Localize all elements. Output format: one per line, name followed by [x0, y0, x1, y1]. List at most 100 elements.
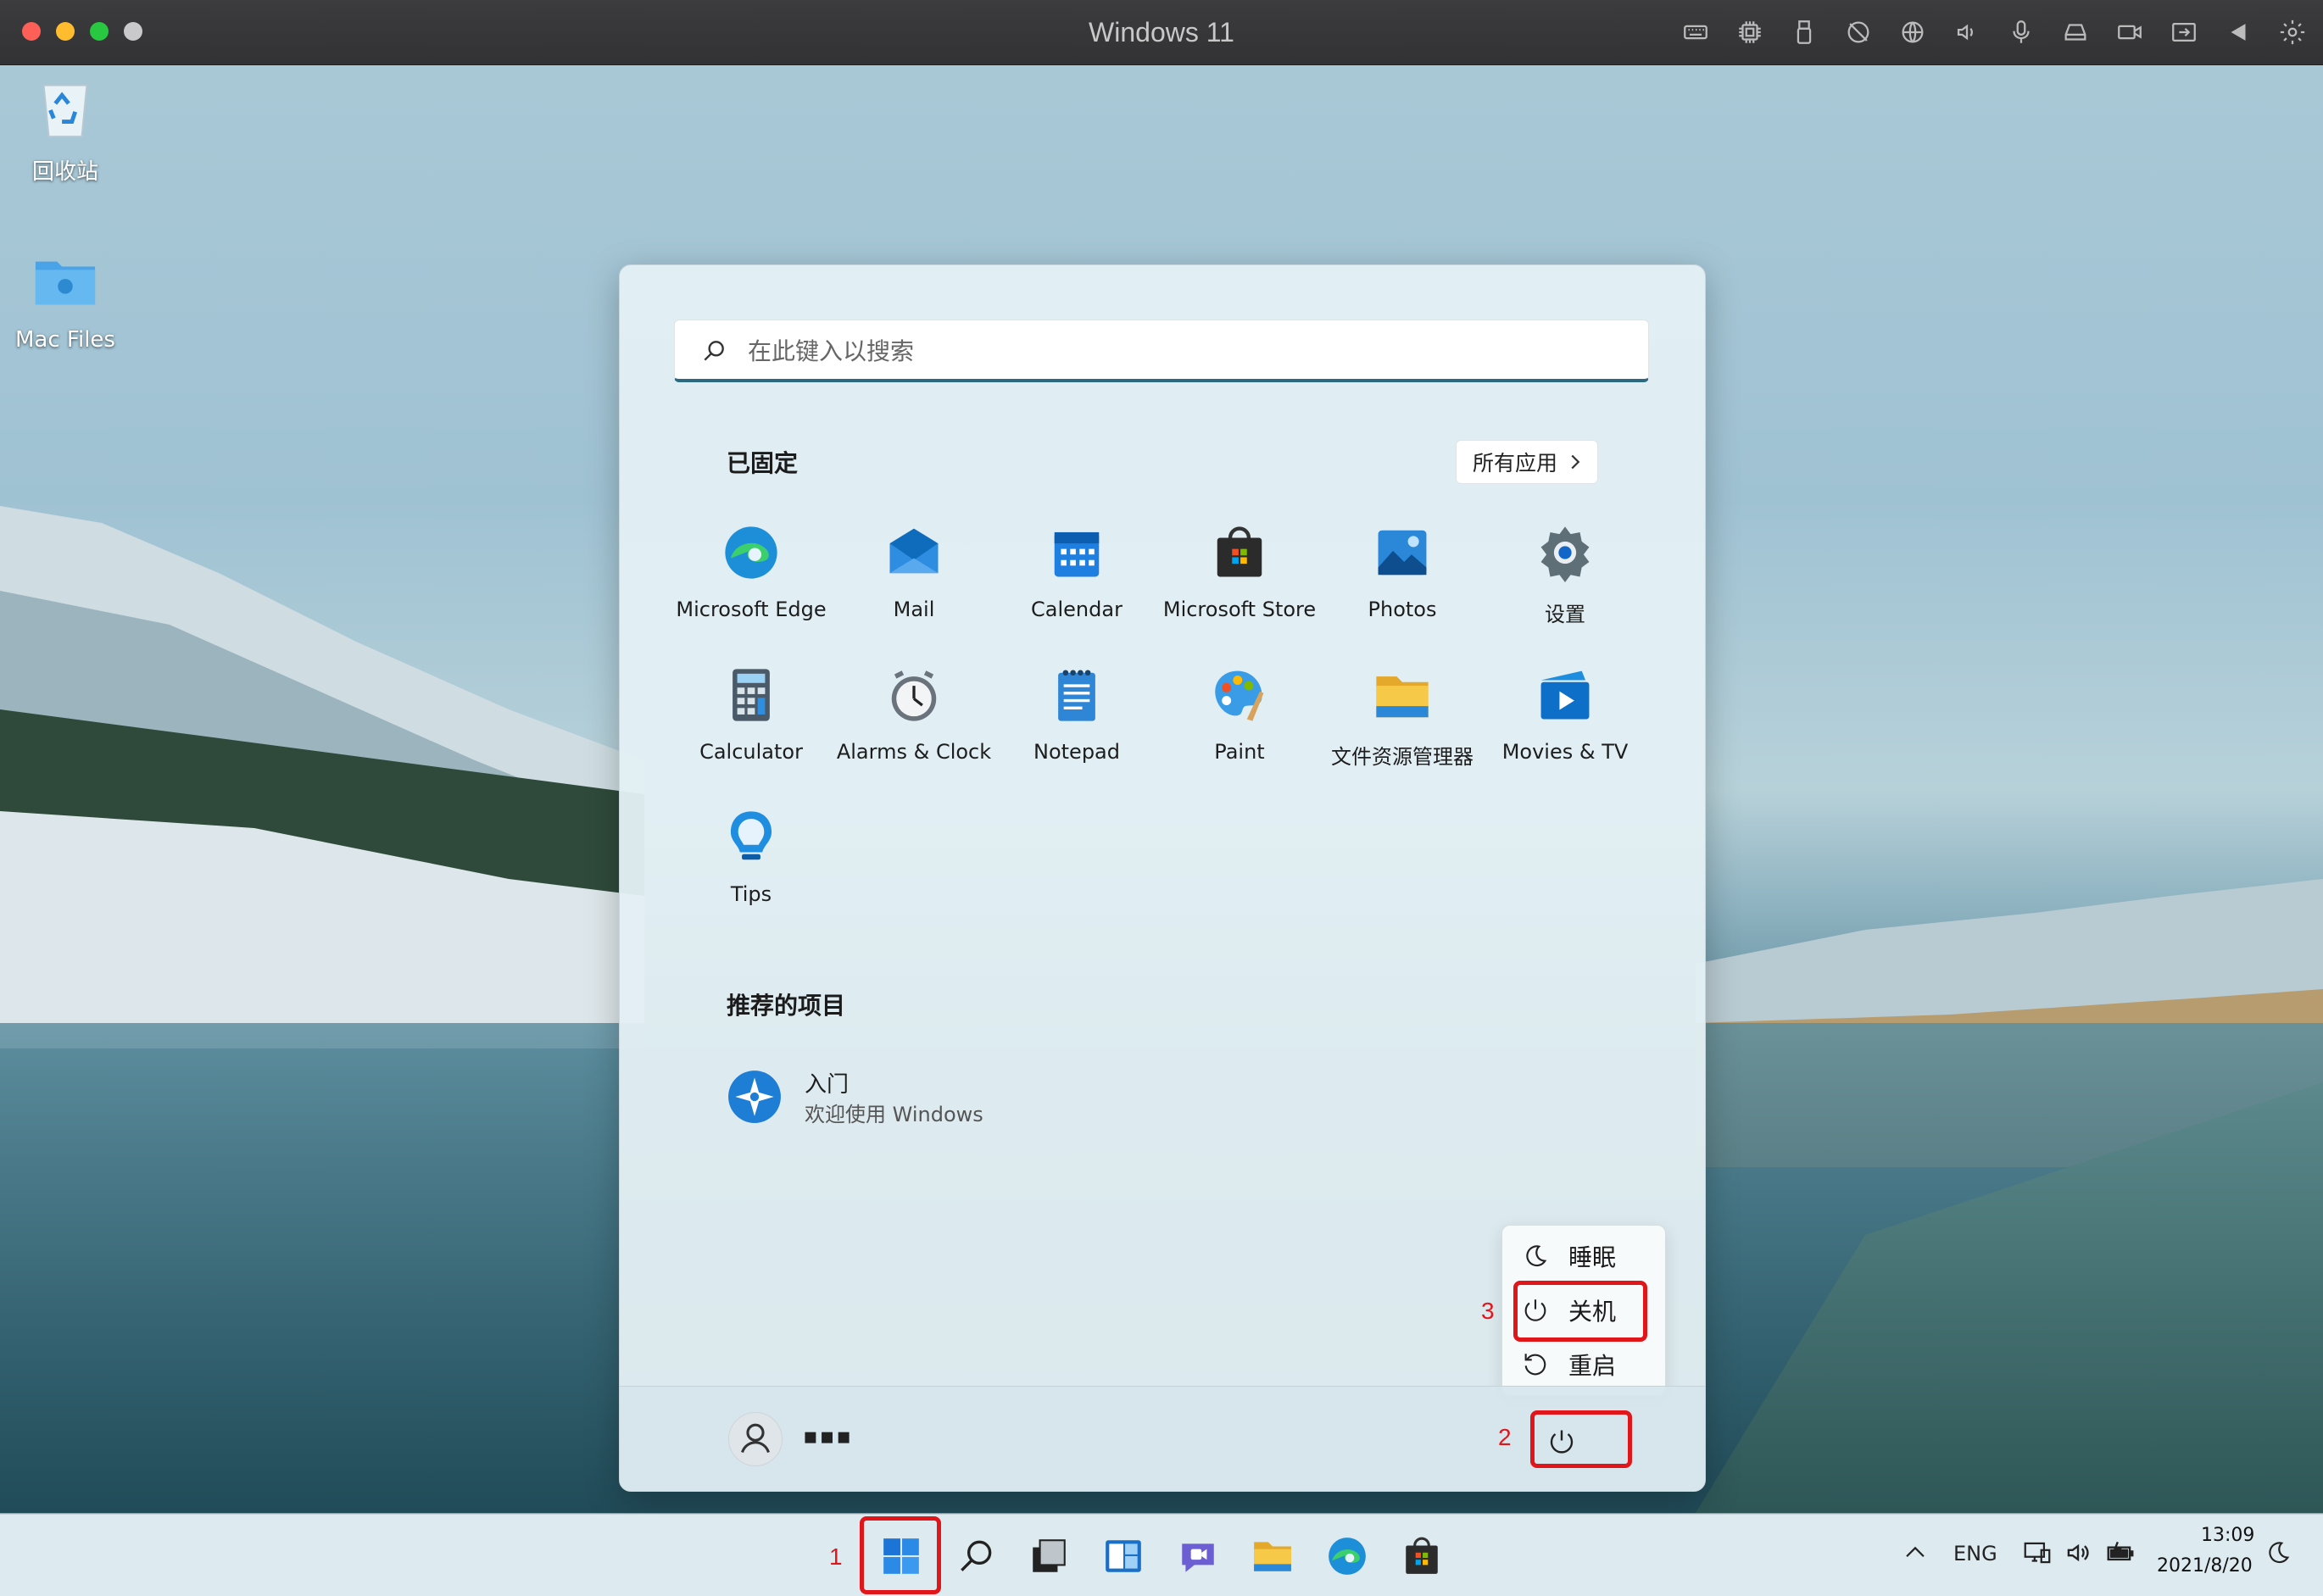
settings-icon	[1540, 526, 1590, 582]
gear-icon[interactable]	[2276, 15, 2309, 49]
taskbar-chat-button[interactable]	[1173, 1532, 1223, 1581]
desktop-icon-recycle-bin[interactable]: 回收站	[2, 75, 129, 186]
power-menu-item-restart[interactable]: 重启	[1521, 1341, 1657, 1388]
task-view-icon	[1033, 1539, 1066, 1572]
taskbar-edge-button[interactable]	[1323, 1532, 1372, 1581]
user-icon	[741, 1423, 770, 1454]
tray-focus-button[interactable]	[2264, 1538, 2292, 1572]
get-started-icon	[728, 1070, 781, 1123]
tray-language[interactable]: ENG	[1953, 1542, 1997, 1565]
taskbar-start-button[interactable]	[877, 1532, 926, 1581]
back-arrow-icon[interactable]	[2221, 15, 2255, 49]
mail-icon	[889, 528, 939, 574]
taskbar-widgets-button[interactable]	[1099, 1532, 1148, 1581]
annotation-box-power	[1530, 1410, 1632, 1468]
tray-clock-date[interactable]: 2021/8/20	[2157, 1555, 2253, 1577]
pinned-app-microsoft-edge[interactable]: Microsoft Edge	[671, 514, 832, 642]
microphone-icon[interactable]	[2004, 15, 2038, 49]
pinned-app-movies-tv[interactable]: Movies & TV	[1485, 657, 1646, 784]
annotation-box-shutdown	[1513, 1281, 1647, 1342]
tray-battery-button[interactable]	[2104, 1537, 2136, 1574]
mac-title-bar: Windows 11	[0, 0, 2323, 65]
file-explorer-icon	[1376, 676, 1429, 718]
disk-icon[interactable]	[2058, 15, 2092, 49]
paint-icon	[1215, 670, 1264, 721]
moon-icon	[2269, 1542, 2290, 1564]
edge-icon	[1329, 1538, 1366, 1575]
pinned-app-file-explorer[interactable]: 文件资源管理器	[1322, 657, 1483, 784]
camera-off-icon[interactable]	[1841, 15, 1875, 49]
store-icon	[1406, 1537, 1438, 1574]
chat-icon	[1182, 1543, 1214, 1572]
search-input[interactable]	[746, 332, 1597, 370]
video-camera-icon[interactable]	[2113, 15, 2147, 49]
taskbar-search-button[interactable]	[951, 1532, 1000, 1581]
toolbar-icons	[1679, 15, 2309, 49]
pinned-app-photos[interactable]: Photos	[1322, 514, 1483, 642]
search-icon	[704, 341, 724, 361]
taskbar-task-view-button[interactable]	[1024, 1532, 1073, 1581]
chevron-right-icon	[1571, 454, 1580, 470]
all-apps-button[interactable]: 所有应用	[1456, 440, 1598, 484]
recommended-item-subtitle: 欢迎使用 Windows	[805, 1103, 983, 1126]
speaker-icon[interactable]	[1950, 15, 1984, 49]
user-avatar[interactable]	[728, 1412, 783, 1466]
widgets-icon	[1106, 1540, 1141, 1572]
tray-clock-time[interactable]: 13:09	[2201, 1525, 2254, 1546]
tray-overflow-button[interactable]	[1901, 1538, 1930, 1572]
battery-charging-icon	[2107, 1541, 2134, 1561]
photos-icon	[1378, 530, 1427, 576]
windows-logo-icon	[883, 1538, 919, 1574]
sleep-icon	[1526, 1245, 1547, 1267]
pinned-app-notepad[interactable]: Notepad	[996, 657, 1157, 784]
recommended-item-title: 入门	[805, 1072, 850, 1098]
pinned-app-paint[interactable]: Paint	[1159, 657, 1320, 784]
recycle-bin-icon	[42, 84, 88, 138]
network-icon	[2024, 1542, 2051, 1564]
pinned-app-microsoft-store[interactable]: Microsoft Store	[1159, 514, 1320, 642]
chevron-up-icon	[1906, 1546, 1925, 1558]
alarm-clock-icon	[891, 670, 937, 721]
folder-icon	[35, 261, 96, 305]
movies-icon	[1540, 670, 1590, 720]
restart-icon	[1524, 1354, 1546, 1376]
pinned-app-calculator[interactable]: Calculator	[671, 657, 832, 784]
pinned-app-settings[interactable]: 设置	[1485, 514, 1646, 642]
tray-volume-button[interactable]	[2062, 1537, 2094, 1574]
pinned-app-mail[interactable]: Mail	[833, 514, 994, 642]
speaker-icon	[2067, 1543, 2089, 1562]
power-menu-item-sleep[interactable]: 睡眠	[1521, 1232, 1657, 1280]
search-icon	[961, 1540, 992, 1571]
calculator-icon	[733, 669, 770, 721]
file-explorer-icon	[1254, 1542, 1291, 1571]
tips-icon	[730, 811, 772, 860]
annotation-step-2: 2	[1498, 1424, 1512, 1450]
desktop-icon-mac-files[interactable]: Mac Files	[2, 248, 129, 353]
taskbar: 1 ENG 13:09 2021/8/20	[0, 1514, 2323, 1596]
start-menu: 已固定 所有应用 Microsoft Edge Mail	[619, 264, 1706, 1492]
recommended-section-title: 推荐的项目	[727, 992, 846, 1020]
taskbar-file-explorer-button[interactable]	[1248, 1532, 1297, 1581]
search-box[interactable]	[674, 320, 1649, 382]
taskbar-store-button[interactable]	[1397, 1532, 1446, 1581]
pinned-app-calendar[interactable]: Calendar	[996, 514, 1157, 642]
annotation-step-1: 1	[829, 1543, 843, 1570]
recommended-item-get-started[interactable]: 入门 欢迎使用 Windows	[727, 1062, 1066, 1130]
cpu-icon[interactable]	[1733, 15, 1767, 49]
notepad-icon	[1058, 670, 1095, 721]
shared-folder-icon[interactable]	[2167, 15, 2201, 49]
all-apps-label: 所有应用	[1472, 451, 1557, 475]
user-name[interactable]: ▪▪▪	[803, 1424, 853, 1449]
pinned-app-tips[interactable]: Tips	[671, 799, 832, 926]
start-menu-footer: ▪▪▪ 2	[620, 1386, 1705, 1491]
store-icon	[1217, 526, 1262, 577]
usb-icon[interactable]	[1787, 15, 1821, 49]
tray-network-button[interactable]	[2021, 1537, 2053, 1574]
pinned-app-alarms-clock[interactable]: Alarms & Clock	[833, 657, 994, 784]
desktop-icon-label: 回收站	[31, 159, 98, 185]
edge-icon	[725, 526, 777, 579]
keyboard-icon[interactable]	[1679, 15, 1713, 49]
network-globe-icon[interactable]	[1896, 15, 1930, 49]
desktop-icon-label: Mac Files	[15, 327, 115, 353]
pinned-section-title: 已固定	[727, 449, 799, 477]
